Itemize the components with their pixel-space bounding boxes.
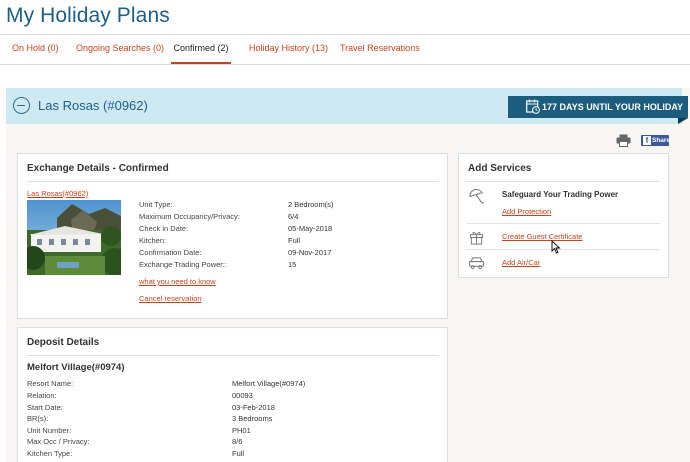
badge-ribbon-tail	[678, 118, 688, 124]
tab-travel-reservations[interactable]: Travel Reservations	[340, 35, 420, 64]
add-air-car-link[interactable]: Add Air/Car	[502, 258, 540, 267]
kitchen-type-label: Kitchen Type:	[27, 449, 73, 458]
max-occ-privacy-label: Max Occ / Privacy:	[27, 437, 90, 446]
tab-ongoing-searches[interactable]: Ongoing Searches (0)	[76, 35, 164, 64]
confirmation-date-value: 09-Nov-2017	[288, 248, 332, 257]
resort-photo	[27, 200, 121, 275]
deposit-title-divider	[27, 355, 438, 356]
share-label: Share	[652, 137, 671, 144]
max-occupancy-label: Maximum Occupancy/Privacy:	[139, 212, 240, 221]
mouse-pointer-icon	[551, 240, 561, 254]
bedrooms-label: BR(s):	[27, 414, 49, 423]
max-occ-privacy-value: 8/6	[232, 437, 243, 446]
start-date-label: Start Date:	[27, 403, 63, 412]
confirmation-date-label: Confirmation Date:	[139, 248, 202, 257]
tab-confirmed[interactable]: Confirmed (2)	[171, 35, 231, 64]
add-protection-link[interactable]: Add Protection	[502, 207, 551, 216]
page-title: My Holiday Plans	[6, 4, 170, 27]
unit-type-value: 2 Bedroom(s)	[288, 200, 334, 209]
resort-name-label: Resort Name:	[27, 379, 74, 388]
check-in-date-value: 05-May-2018	[288, 224, 333, 233]
safeguard-heading: Safeguard Your Trading Power	[502, 190, 619, 199]
services-divider-2	[466, 249, 660, 250]
cancel-reservation-link[interactable]: Cancel reservation	[139, 294, 202, 303]
facebook-share-button[interactable]: f Share	[641, 135, 671, 146]
kitchen-value: Full	[288, 236, 301, 245]
countdown-badge: 177 DAYS UNTIL YOUR HOLIDAY	[508, 96, 688, 118]
bedrooms-value: 3 Bedrooms	[232, 414, 273, 423]
facebook-icon: f	[643, 136, 651, 145]
tabs-divider	[0, 64, 690, 65]
services-title-divider	[466, 181, 660, 182]
kitchen-label: Kitchen:	[139, 236, 167, 245]
tab-on-hold[interactable]: On Hold (0)	[12, 35, 59, 64]
what-you-need-to-know-link[interactable]: what you need to know	[139, 277, 216, 286]
countdown-text: 177 DAYS UNTIL YOUR HOLIDAY	[542, 102, 684, 112]
calendar-clock-icon	[526, 99, 540, 114]
resort-title: Las Rosas (#0962)	[38, 98, 148, 113]
exchange-resort-link[interactable]: Las Rosas(#0962)	[27, 189, 88, 198]
unit-number-value: PH01	[232, 426, 251, 435]
exchange-title-divider	[27, 181, 438, 182]
deposit-resort-name: Melfort Village(#0974)	[27, 362, 125, 373]
deposit-details-title: Deposit Details	[27, 337, 100, 348]
start-date-value: 03-Feb-2018	[232, 403, 275, 412]
tab-bar: On Hold (0) Ongoing Searches (0) Confirm…	[0, 35, 690, 64]
unit-type-label: Unit Type:	[139, 200, 173, 209]
car-icon	[469, 257, 484, 269]
services-divider-1	[466, 223, 660, 224]
umbrella-icon	[469, 189, 485, 204]
printer-icon[interactable]	[616, 134, 631, 147]
tab-holiday-history[interactable]: Holiday History (13)	[249, 35, 328, 64]
gift-icon	[469, 232, 484, 245]
unit-number-label: Unit Number:	[27, 426, 72, 435]
create-guest-certificate-link[interactable]: Create Guest Certificate	[502, 232, 582, 241]
relation-value: 00093	[232, 391, 253, 400]
trading-power-label: Exchange Trading Power::	[139, 260, 227, 269]
kitchen-type-value: Full	[232, 449, 245, 458]
check-in-date-label: Check in Date:	[139, 224, 189, 233]
resort-photo-image	[27, 200, 121, 275]
resort-name-value: Melfort Village(#0974)	[232, 379, 306, 388]
collapse-icon[interactable]	[13, 97, 30, 114]
exchange-details-title: Exchange Details - Confirmed	[27, 163, 169, 174]
trading-power-value: 15	[288, 260, 297, 269]
max-occupancy-value: 6/4	[288, 212, 299, 221]
relation-label: Relation:	[27, 391, 57, 400]
add-services-title: Add Services	[468, 163, 532, 174]
